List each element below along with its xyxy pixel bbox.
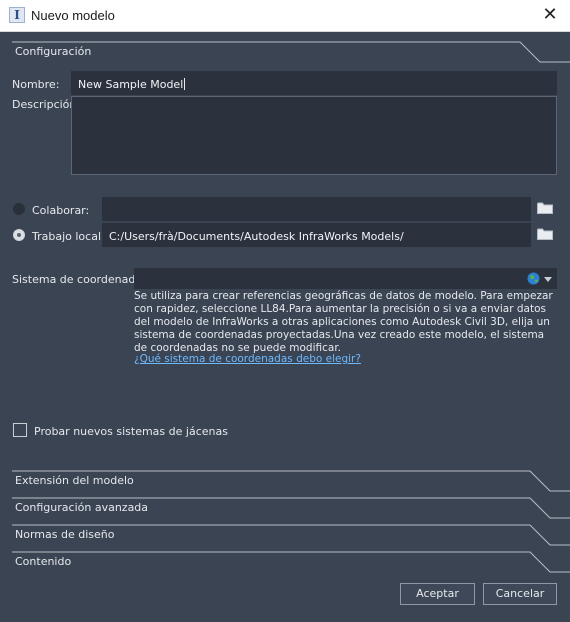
name-input-value: New Sample Model — [78, 78, 186, 91]
local-work-browse-folder-icon[interactable] — [537, 228, 553, 240]
window-title: Nuevo modelo — [31, 8, 115, 23]
description-textarea[interactable] — [71, 96, 557, 175]
local-work-path-value: C:/Users/frà/Documents/Autodesk InfraWor… — [109, 230, 404, 243]
section-tab-shape — [12, 41, 570, 63]
try-new-girder-systems-label: Probar nuevos sistemas de jácenas — [34, 425, 228, 438]
chevron-down-icon[interactable] — [544, 277, 552, 282]
local-work-label: Trabajo local: — [32, 230, 105, 243]
collaborate-browse-folder-icon[interactable] — [537, 202, 553, 214]
section-configuracion-label: Configuración — [15, 45, 92, 58]
globe-icon — [527, 272, 540, 285]
section-configuracion-header[interactable]: Configuración — [12, 41, 570, 63]
coordinate-system-help-link[interactable]: ¿Qué sistema de coordenadas debo elegir? — [134, 353, 361, 365]
collaborate-radio[interactable] — [13, 203, 25, 215]
name-label: Nombre: — [12, 78, 60, 91]
coordinate-system-help-text: Se utiliza para crear referencias geográ… — [134, 290, 553, 354]
infraworks-app-icon: I — [9, 7, 25, 23]
close-button[interactable]: ✕ — [538, 3, 562, 27]
section-tab-shape — [12, 551, 570, 573]
section-content-label: Contenido — [15, 555, 72, 568]
text-caret — [184, 78, 186, 90]
name-input[interactable]: New Sample Model — [71, 71, 557, 95]
local-work-path-input[interactable]: C:/Users/frà/Documents/Autodesk InfraWor… — [102, 223, 531, 247]
section-design-label: Normas de diseño — [15, 528, 115, 541]
local-work-radio[interactable] — [13, 229, 25, 241]
try-new-girder-systems-checkbox[interactable] — [13, 423, 27, 437]
section-advanced-label: Configuración avanzada — [15, 501, 149, 514]
section-advanced-header[interactable]: Configuración avanzada — [12, 497, 570, 519]
coordinate-system-label: Sistema de coordenadas: — [12, 273, 152, 286]
collaborate-label: Colaborar: — [32, 204, 90, 217]
description-label: Descripción: — [12, 98, 81, 111]
section-extension-header[interactable]: Extensión del modelo — [12, 470, 570, 492]
section-content-header[interactable]: Contenido — [12, 551, 570, 573]
title-bar: I Nuevo modelo ✕ — [0, 0, 570, 32]
collaborate-path-input[interactable] — [102, 197, 531, 221]
close-icon: ✕ — [542, 4, 558, 25]
section-extension-label: Extensión del modelo — [15, 474, 134, 487]
cancel-button[interactable]: Cancelar — [483, 583, 557, 605]
coordinate-system-combobox[interactable] — [134, 268, 557, 289]
section-design-header[interactable]: Normas de diseño — [12, 524, 570, 546]
accept-button[interactable]: Aceptar — [400, 583, 475, 605]
